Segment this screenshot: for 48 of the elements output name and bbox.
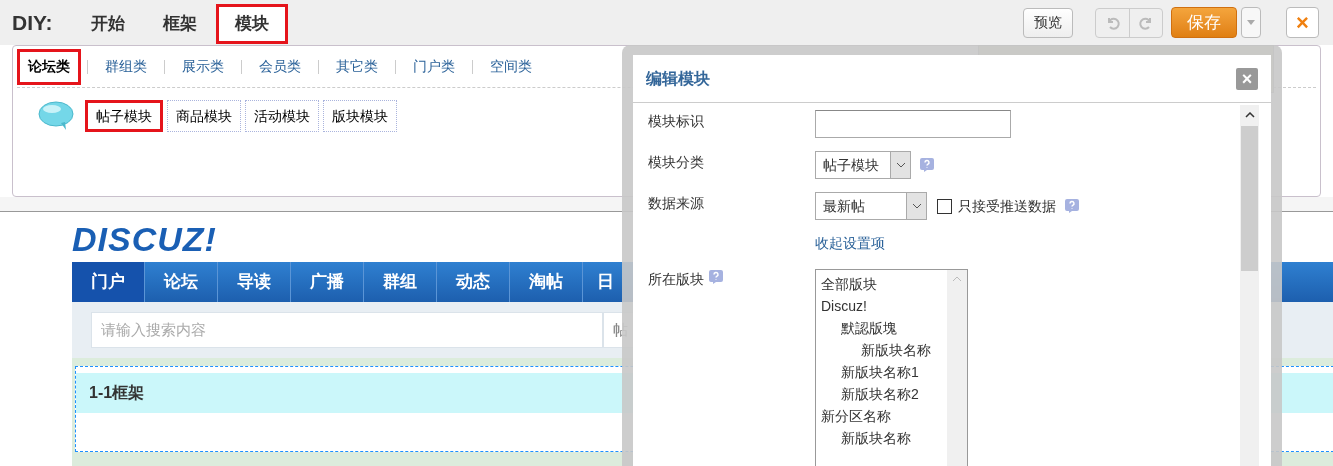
chevron-down-icon: [895, 162, 906, 168]
dropdown-select[interactable]: 最新帖: [815, 192, 927, 220]
forum-option[interactable]: 全部版块: [821, 273, 942, 295]
discuz-logo: DISCUZ!: [72, 219, 217, 260]
scrollbar-thumb[interactable]: [1241, 126, 1258, 271]
help-icon[interactable]: [708, 269, 724, 285]
category-tab[interactable]: 门户类: [402, 48, 466, 85]
category-tab[interactable]: 群组类: [94, 48, 158, 85]
checkbox-label: 只接受推送数据: [958, 196, 1056, 216]
forum-option[interactable]: 默認版塊: [821, 317, 942, 339]
module-item[interactable]: 版块模块: [323, 100, 397, 132]
category-tab[interactable]: 会员类: [248, 48, 312, 85]
help-icon[interactable]: [1064, 198, 1080, 214]
category-tab[interactable]: 论坛类: [17, 48, 81, 85]
field-label: 模块标识: [648, 112, 705, 131]
dropdown-select[interactable]: 帖子模块: [815, 151, 911, 179]
preview-button[interactable]: 预览: [1023, 7, 1073, 38]
chevron-up-icon: [1244, 112, 1255, 118]
module-item[interactable]: 活动模块: [245, 100, 319, 132]
diy-tab[interactable]: 开始: [72, 4, 145, 44]
forum-listbox[interactable]: 全部版块 Discuz! 默認版塊 新版块名称 新版块名称1 新版块名称2 新分区名称 新版块名称: [815, 269, 968, 466]
forum-option[interactable]: 新版块名称2: [821, 383, 942, 405]
module-id-input[interactable]: [815, 110, 1011, 138]
dialog-scrollbar[interactable]: [1240, 105, 1259, 466]
diy-tab[interactable]: 模块: [216, 4, 289, 44]
forum-option[interactable]: 新版块名称: [821, 427, 942, 449]
category-tab[interactable]: 空间类: [479, 48, 543, 85]
forum-option[interactable]: 新版块名称: [821, 339, 942, 361]
module-item[interactable]: 商品模块: [167, 100, 241, 132]
caret-icon: [1247, 20, 1255, 25]
listbox-scrollbar[interactable]: [947, 270, 967, 466]
checkbox[interactable]: [937, 198, 952, 214]
category-tab[interactable]: 展示类: [171, 48, 235, 85]
chevron-down-icon: [911, 203, 922, 209]
dialog-title: 编辑模块: [646, 67, 710, 90]
save-options-button[interactable]: [1241, 7, 1261, 38]
chevron-up-icon: [952, 276, 962, 282]
speech-bubble-icon: [37, 100, 75, 132]
diy-tab[interactable]: 框架: [144, 4, 217, 44]
field-label: 数据来源: [648, 194, 705, 213]
module-item[interactable]: 帖子模块: [85, 100, 163, 132]
diy-label: DIY:: [12, 9, 53, 36]
forum-option[interactable]: Discuz!: [821, 295, 942, 317]
help-icon[interactable]: [919, 157, 935, 173]
field-label: 模块分类: [648, 153, 705, 172]
category-tab[interactable]: 其它类: [325, 48, 389, 85]
nav-item[interactable]: 门户: [72, 262, 145, 302]
collapse-settings-link[interactable]: 收起设置项: [815, 235, 885, 251]
